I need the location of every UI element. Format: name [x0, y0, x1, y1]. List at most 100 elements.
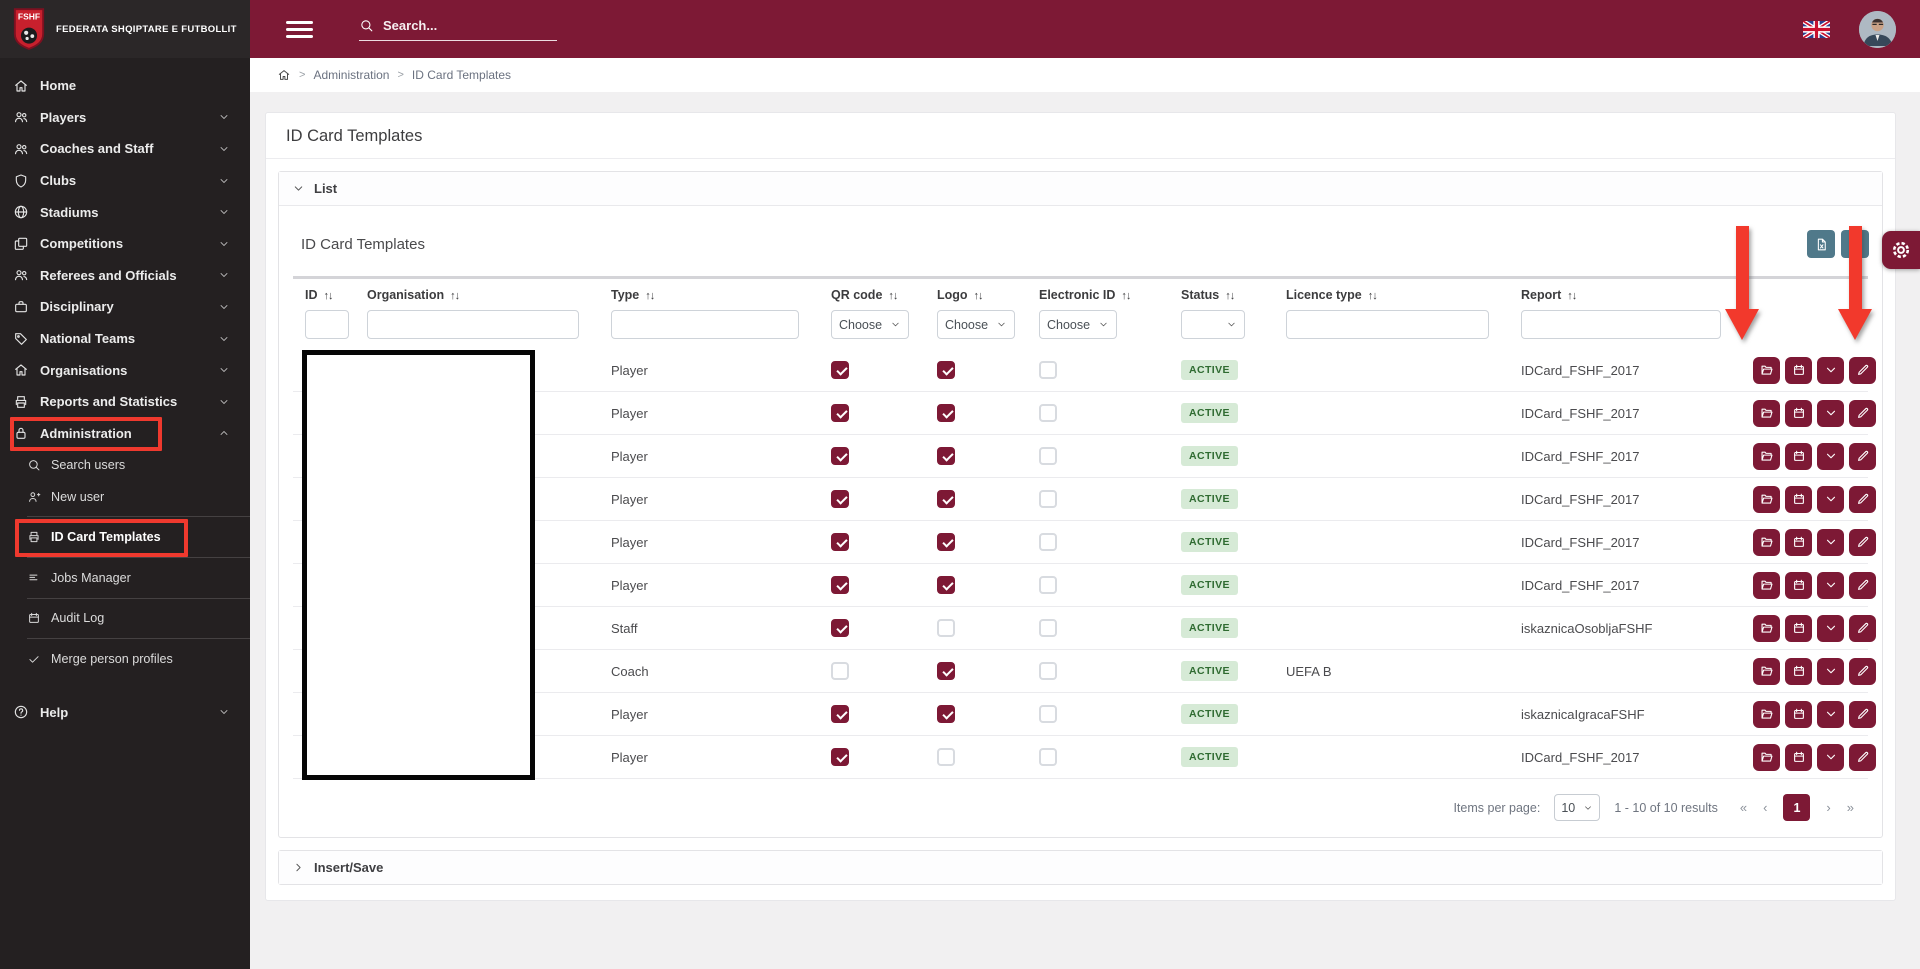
validity-calendar-button[interactable]	[1785, 443, 1812, 470]
open-template-button[interactable]	[1753, 658, 1780, 685]
menu-toggle-button[interactable]	[286, 17, 313, 42]
previous-page-button[interactable]: ‹	[1763, 800, 1767, 815]
validity-calendar-button[interactable]	[1785, 615, 1812, 642]
electronic-id-checkbox[interactable]	[1039, 576, 1057, 594]
column-header-licence-type[interactable]: Licence type↑↓	[1274, 288, 1509, 302]
edit-template-button[interactable]	[1849, 443, 1876, 470]
open-template-button[interactable]	[1753, 400, 1780, 427]
sidebar-item-new-user[interactable]: New user	[0, 481, 250, 513]
validity-calendar-button[interactable]	[1785, 529, 1812, 556]
expand-row-button[interactable]	[1817, 572, 1844, 599]
sidebar-item-merge-person-profiles[interactable]: Merge person profiles	[0, 643, 250, 675]
qr-code-checkbox[interactable]	[831, 490, 849, 508]
filter-electronic-id-select[interactable]: Choose	[1039, 310, 1117, 339]
column-header-type[interactable]: Type↑↓	[599, 288, 819, 302]
filter-status-select[interactable]	[1181, 310, 1245, 339]
column-header-qr-code[interactable]: QR code↑↓	[819, 288, 925, 302]
logo-checkbox[interactable]	[937, 576, 955, 594]
electronic-id-checkbox[interactable]	[1039, 619, 1057, 637]
breadcrumb-administration[interactable]: Administration	[313, 68, 389, 82]
sidebar-item-home[interactable]: Home	[0, 70, 250, 102]
sidebar-item-stadiums[interactable]: Stadiums	[0, 196, 250, 228]
expand-row-button[interactable]	[1817, 701, 1844, 728]
column-header-electronic-id[interactable]: Electronic ID↑↓	[1027, 288, 1169, 302]
expand-row-button[interactable]	[1817, 443, 1844, 470]
edit-template-button[interactable]	[1849, 701, 1876, 728]
electronic-id-checkbox[interactable]	[1039, 662, 1057, 680]
filter-id-input[interactable]	[305, 310, 349, 339]
sidebar-item-disciplinary[interactable]: Disciplinary	[0, 291, 250, 323]
validity-calendar-button[interactable]	[1785, 400, 1812, 427]
sidebar-item-referees-and-officials[interactable]: Referees and Officials	[0, 260, 250, 292]
edit-template-button[interactable]	[1849, 572, 1876, 599]
qr-code-checkbox[interactable]	[831, 404, 849, 422]
breadcrumb-id-card-templates[interactable]: ID Card Templates	[412, 68, 511, 82]
qr-code-checkbox[interactable]	[831, 533, 849, 551]
filter-organisation-input[interactable]	[367, 310, 579, 339]
open-template-button[interactable]	[1753, 529, 1780, 556]
language-flag-uk[interactable]	[1803, 21, 1830, 38]
sort-icon[interactable]: ↑↓	[974, 290, 983, 302]
electronic-id-checkbox[interactable]	[1039, 705, 1057, 723]
filter-logo-select[interactable]: Choose	[937, 310, 1015, 339]
column-header-organisation[interactable]: Organisation↑↓	[355, 288, 599, 302]
sort-icon[interactable]: ↑↓	[645, 290, 654, 302]
expand-row-button[interactable]	[1817, 400, 1844, 427]
validity-calendar-button[interactable]	[1785, 744, 1812, 771]
electronic-id-checkbox[interactable]	[1039, 447, 1057, 465]
validity-calendar-button[interactable]	[1785, 572, 1812, 599]
sort-icon[interactable]: ↑↓	[1567, 290, 1576, 302]
column-header-id[interactable]: ID↑↓	[293, 288, 355, 302]
logo-checkbox[interactable]	[937, 533, 955, 551]
qr-code-checkbox[interactable]	[831, 447, 849, 465]
filter-licence-type-input[interactable]	[1286, 310, 1489, 339]
list-panel-header[interactable]: List	[279, 172, 1882, 206]
first-page-button[interactable]: «	[1740, 800, 1747, 815]
sidebar-item-reports-and-statistics[interactable]: Reports and Statistics	[0, 386, 250, 418]
expand-row-button[interactable]	[1817, 615, 1844, 642]
logo-checkbox[interactable]	[937, 490, 955, 508]
search-input[interactable]	[383, 18, 543, 33]
sidebar-item-audit-log[interactable]: Audit Log	[0, 603, 250, 635]
open-template-button[interactable]	[1753, 615, 1780, 642]
qr-code-checkbox[interactable]	[831, 576, 849, 594]
electronic-id-checkbox[interactable]	[1039, 490, 1057, 508]
logo-checkbox[interactable]	[937, 662, 955, 680]
open-template-button[interactable]	[1753, 486, 1780, 513]
qr-code-checkbox[interactable]	[831, 748, 849, 766]
filter-type-input[interactable]	[611, 310, 799, 339]
filter-report-input[interactable]	[1521, 310, 1721, 339]
electronic-id-checkbox[interactable]	[1039, 361, 1057, 379]
last-page-button[interactable]: »	[1847, 800, 1854, 815]
sidebar-item-competitions[interactable]: Competitions	[0, 228, 250, 260]
sidebar-item-coaches-and-staff[interactable]: Coaches and Staff	[0, 133, 250, 165]
qr-code-checkbox[interactable]	[831, 705, 849, 723]
logo-checkbox[interactable]	[937, 447, 955, 465]
expand-row-button[interactable]	[1817, 529, 1844, 556]
qr-code-checkbox[interactable]	[831, 662, 849, 680]
edit-template-button[interactable]	[1849, 357, 1876, 384]
electronic-id-checkbox[interactable]	[1039, 404, 1057, 422]
open-template-button[interactable]	[1753, 744, 1780, 771]
column-header-logo[interactable]: Logo↑↓	[925, 288, 1027, 302]
column-header-status[interactable]: Status↑↓	[1169, 288, 1274, 302]
edit-template-button[interactable]	[1849, 400, 1876, 427]
sort-icon[interactable]: ↑↓	[324, 290, 333, 302]
edit-template-button[interactable]	[1849, 744, 1876, 771]
logo-checkbox[interactable]	[937, 705, 955, 723]
sort-icon[interactable]: ↑↓	[888, 290, 897, 302]
user-avatar[interactable]	[1859, 11, 1896, 48]
sort-icon[interactable]: ↑↓	[1225, 290, 1234, 302]
home-icon[interactable]	[277, 68, 291, 82]
sort-icon[interactable]: ↑↓	[1121, 290, 1130, 302]
qr-code-checkbox[interactable]	[831, 619, 849, 637]
next-page-button[interactable]: ›	[1826, 800, 1830, 815]
export-excel-button[interactable]	[1807, 230, 1835, 258]
electronic-id-checkbox[interactable]	[1039, 533, 1057, 551]
edit-template-button[interactable]	[1849, 615, 1876, 642]
electronic-id-checkbox[interactable]	[1039, 748, 1057, 766]
sidebar-item-organisations[interactable]: Organisations	[0, 354, 250, 386]
edit-template-button[interactable]	[1849, 658, 1876, 685]
expand-row-button[interactable]	[1817, 744, 1844, 771]
sidebar-item-clubs[interactable]: Clubs	[0, 165, 250, 197]
